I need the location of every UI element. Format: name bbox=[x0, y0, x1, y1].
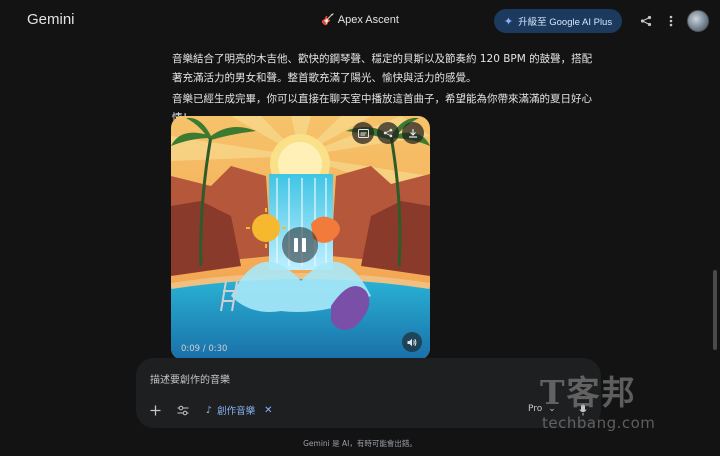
response-paragraph-1: 音樂結合了明亮的木吉他、歡快的鋼琴聲、穩定的貝斯以及節奏約 120 BPM 的鼓… bbox=[172, 53, 593, 84]
conversation-title-text: Apex Ascent bbox=[337, 14, 399, 26]
add-icon[interactable] bbox=[146, 401, 164, 419]
volume-icon[interactable] bbox=[402, 332, 422, 352]
playback-time: 0:09 / 0:30 bbox=[181, 344, 228, 354]
player-share-icon[interactable] bbox=[377, 122, 399, 144]
pause-icon bbox=[294, 238, 306, 252]
create-music-label: 創作音樂 bbox=[217, 406, 256, 417]
conversation-title[interactable]: 🎸 Apex Ascent bbox=[321, 13, 399, 26]
download-icon[interactable] bbox=[402, 122, 424, 144]
sparkle-icon: ✦ bbox=[503, 15, 514, 28]
disclaimer: Gemini 是 AI，有時可能會出錯。 bbox=[303, 439, 417, 448]
upgrade-label: 升級至 Google AI Plus bbox=[518, 17, 613, 28]
top-bar: Gemini 🎸 Apex Ascent ✦ 升級至 Google AI Plus bbox=[0, 0, 720, 42]
avatar[interactable] bbox=[687, 10, 709, 32]
create-music-chip[interactable]: ♪ 創作音樂 ✕ bbox=[206, 401, 272, 419]
watermark-logo: T客邦 techbang.com bbox=[540, 366, 700, 436]
captions-icon[interactable] bbox=[352, 122, 374, 144]
close-icon[interactable]: ✕ bbox=[264, 405, 272, 416]
watermark-text: T客邦 bbox=[540, 373, 637, 412]
share-icon[interactable] bbox=[637, 12, 655, 30]
tools-settings-icon[interactable] bbox=[174, 401, 192, 419]
pause-button[interactable] bbox=[282, 227, 318, 263]
music-player-card[interactable]: 0:09 / 0:30 bbox=[171, 116, 430, 360]
app-brand[interactable]: Gemini bbox=[27, 11, 75, 28]
scrollbar[interactable] bbox=[713, 270, 717, 350]
music-note-icon: ♪ bbox=[206, 404, 213, 416]
prompt-composer[interactable]: 描述要創作的音樂 ♪ 創作音樂 ✕ Pro ⌄ bbox=[136, 358, 601, 428]
prompt-input[interactable]: 描述要創作的音樂 bbox=[150, 371, 230, 386]
upgrade-button[interactable]: ✦ 升級至 Google AI Plus bbox=[494, 9, 622, 33]
more-vert-icon[interactable] bbox=[662, 12, 680, 30]
watermark-url: techbang.com bbox=[542, 414, 656, 432]
guitar-emoji: 🎸 bbox=[321, 14, 335, 26]
